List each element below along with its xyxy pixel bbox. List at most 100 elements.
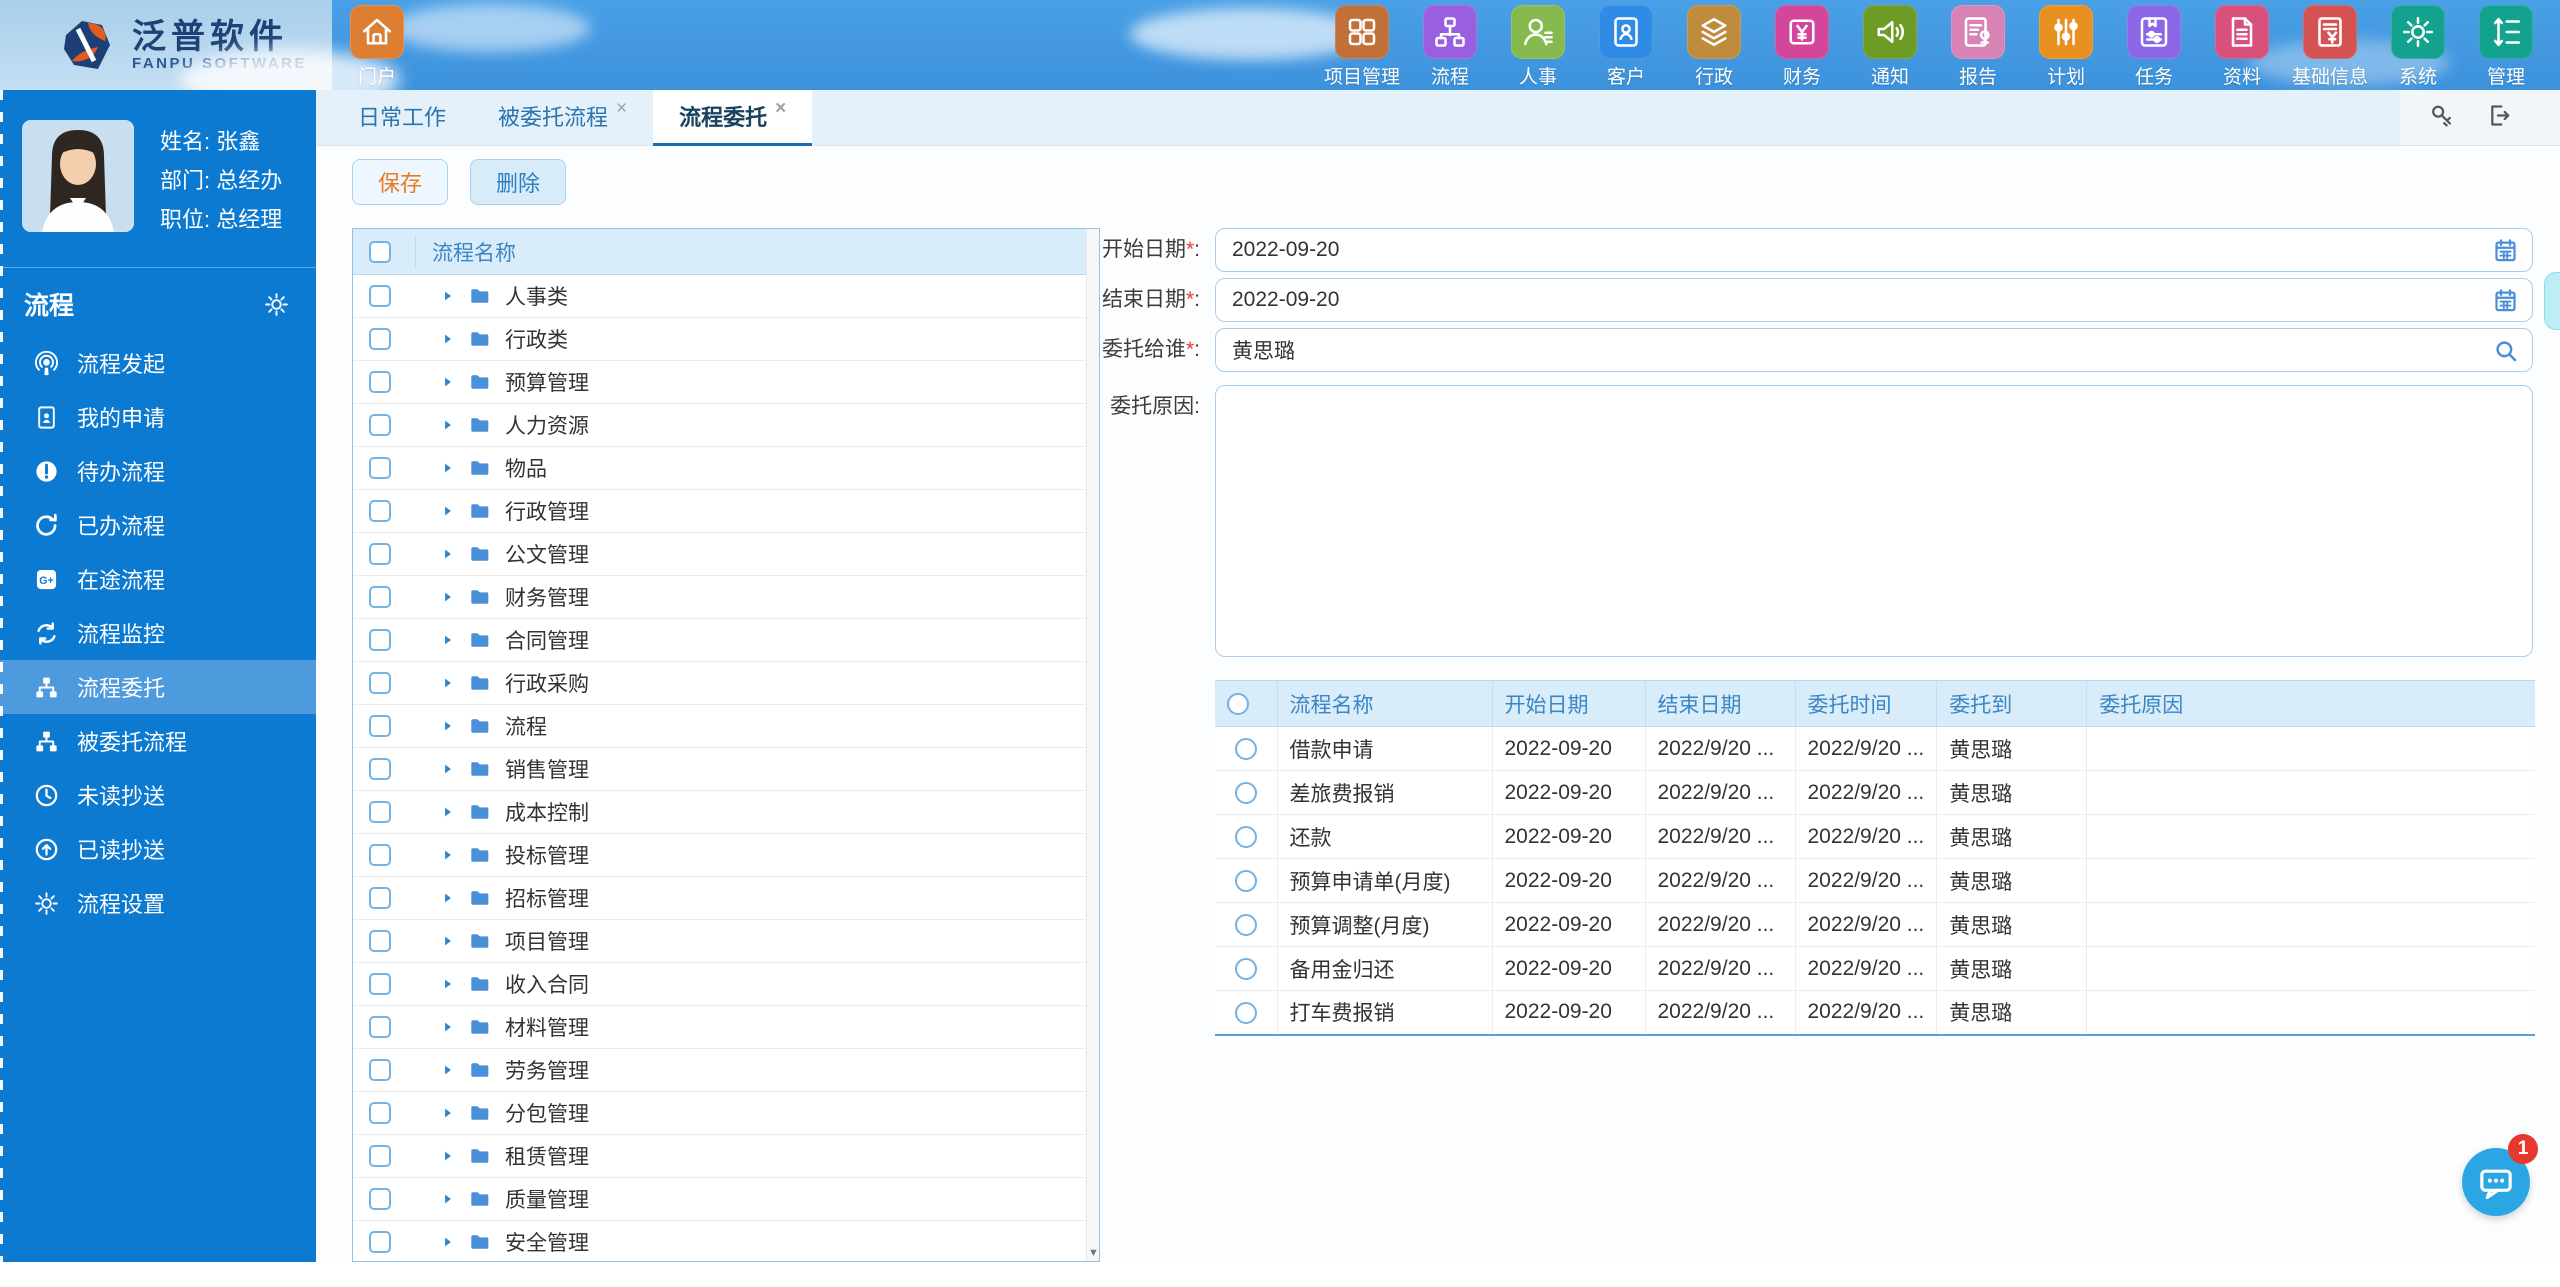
tree-row[interactable]: 流程	[353, 705, 1099, 748]
caret-right-icon[interactable]	[441, 332, 455, 346]
module-nav-item[interactable]: 资料	[2198, 5, 2286, 89]
caret-right-icon[interactable]	[441, 547, 455, 561]
tree-row[interactable]: 项目管理	[353, 920, 1099, 963]
checkbox[interactable]	[369, 1059, 391, 1081]
sidebar-menu-item[interactable]: 待办流程	[0, 444, 316, 498]
tree-row[interactable]: 租赁管理	[353, 1135, 1099, 1178]
checkbox[interactable]	[369, 1188, 391, 1210]
tree-row[interactable]: 行政采购	[353, 662, 1099, 705]
module-nav-item[interactable]: 管理	[2462, 5, 2550, 89]
caret-right-icon[interactable]	[441, 1192, 455, 1206]
tree-row[interactable]: 投标管理	[353, 834, 1099, 877]
sidebar-menu-item[interactable]: 流程发起	[0, 336, 316, 390]
module-nav-item[interactable]: 基础信息	[2286, 5, 2374, 89]
caret-right-icon[interactable]	[441, 891, 455, 905]
checkbox[interactable]	[369, 371, 391, 393]
tree-row[interactable]: 成本控制	[353, 791, 1099, 834]
table-row[interactable]: 打车费报销 2022-09-20 2022/9/20 ... 2022/9/20…	[1215, 990, 2535, 1036]
tree-row[interactable]: 销售管理	[353, 748, 1099, 791]
right-edge-handle[interactable]	[2544, 272, 2560, 330]
module-nav-item[interactable]: 行政	[1670, 5, 1758, 89]
delegate-to-input[interactable]	[1215, 328, 2533, 372]
save-button[interactable]: 保存	[352, 159, 449, 205]
table-row[interactable]: 预算调整(月度) 2022-09-20 2022/9/20 ... 2022/9…	[1215, 902, 2535, 947]
sidebar-menu-item[interactable]: 已办流程	[0, 498, 316, 552]
select-all-checkbox[interactable]	[369, 240, 391, 263]
caret-right-icon[interactable]	[441, 1149, 455, 1163]
sidebar-menu-item[interactable]: 未读抄送	[0, 768, 316, 822]
module-nav-item[interactable]: 计划	[2022, 5, 2110, 89]
caret-right-icon[interactable]	[441, 375, 455, 389]
tree-row[interactable]: 合同管理	[353, 619, 1099, 662]
checkbox[interactable]	[369, 414, 391, 436]
sidebar-menu-item[interactable]: 流程监控	[0, 606, 316, 660]
tree-row[interactable]: 劳务管理	[353, 1049, 1099, 1092]
calendar-icon[interactable]	[2492, 287, 2519, 314]
checkbox[interactable]	[369, 1016, 391, 1038]
caret-right-icon[interactable]	[441, 289, 455, 303]
radio-button[interactable]	[1227, 692, 1249, 715]
checkbox[interactable]	[369, 328, 391, 350]
close-icon[interactable]: ×	[616, 98, 627, 119]
checkbox[interactable]	[369, 973, 391, 995]
checkbox[interactable]	[369, 1231, 391, 1253]
radio-button[interactable]	[1234, 957, 1257, 980]
caret-right-icon[interactable]	[441, 977, 455, 991]
sidebar-menu-item[interactable]: 已读抄送	[0, 822, 316, 876]
caret-right-icon[interactable]	[441, 1235, 455, 1249]
tree-row[interactable]: 财务管理	[353, 576, 1099, 619]
checkbox[interactable]	[369, 715, 391, 737]
module-nav-item[interactable]: 项目管理	[1318, 5, 1406, 89]
checkbox[interactable]	[369, 672, 391, 694]
tree-row[interactable]: 行政类	[353, 318, 1099, 361]
caret-right-icon[interactable]	[441, 1063, 455, 1077]
tab[interactable]: 流程委托 ×	[653, 90, 813, 146]
checkbox[interactable]	[369, 543, 391, 565]
scroll-down-arrow-icon[interactable]: ▼	[1088, 1247, 1099, 1259]
tree-row[interactable]: 物品	[353, 447, 1099, 490]
caret-right-icon[interactable]	[441, 719, 455, 733]
module-nav-item[interactable]: 报告	[1934, 5, 2022, 89]
delete-button[interactable]: 删除	[470, 159, 567, 205]
radio-button[interactable]	[1234, 869, 1257, 892]
module-nav-item[interactable]: 流程	[1406, 5, 1494, 89]
caret-right-icon[interactable]	[441, 418, 455, 432]
module-nav-item[interactable]: 人事	[1494, 5, 1582, 89]
vertical-scrollbar[interactable]: ▼	[1086, 229, 1099, 1261]
caret-right-icon[interactable]	[441, 590, 455, 604]
tree-row[interactable]: 收入合同	[353, 963, 1099, 1006]
table-row[interactable]: 差旅费报销 2022-09-20 2022/9/20 ... 2022/9/20…	[1215, 770, 2535, 815]
caret-right-icon[interactable]	[441, 848, 455, 862]
radio-button[interactable]	[1234, 781, 1257, 804]
checkbox[interactable]	[369, 586, 391, 608]
search-icon[interactable]	[2492, 337, 2519, 364]
module-nav-item[interactable]: 客户	[1582, 5, 1670, 89]
sidebar-menu-item[interactable]: 被委托流程	[0, 714, 316, 768]
caret-right-icon[interactable]	[441, 461, 455, 475]
checkbox[interactable]	[369, 500, 391, 522]
module-nav-item[interactable]: 任务	[2110, 5, 2198, 89]
caret-right-icon[interactable]	[441, 762, 455, 776]
module-nav-item[interactable]: 通知	[1846, 5, 1934, 89]
caret-right-icon[interactable]	[441, 676, 455, 690]
radio-button[interactable]	[1234, 1001, 1257, 1024]
sidebar-menu-item[interactable]: 流程设置	[0, 876, 316, 930]
checkbox[interactable]	[369, 758, 391, 780]
module-nav-item[interactable]: 系统	[2374, 5, 2462, 89]
radio-button[interactable]	[1234, 737, 1257, 760]
gear-icon[interactable]	[263, 291, 290, 318]
nav-portal[interactable]: 门户	[334, 5, 420, 89]
checkbox[interactable]	[369, 844, 391, 866]
tree-row[interactable]: 质量管理	[353, 1178, 1099, 1221]
checkbox[interactable]	[369, 629, 391, 651]
tree-row[interactable]: 行政管理	[353, 490, 1099, 533]
tree-row[interactable]: 招标管理	[353, 877, 1099, 920]
checkbox[interactable]	[369, 1102, 391, 1124]
radio-button[interactable]	[1234, 913, 1257, 936]
checkbox[interactable]	[369, 930, 391, 952]
caret-right-icon[interactable]	[441, 934, 455, 948]
caret-right-icon[interactable]	[441, 805, 455, 819]
caret-right-icon[interactable]	[441, 504, 455, 518]
checkbox[interactable]	[369, 457, 391, 479]
tree-row[interactable]: 人力资源	[353, 404, 1099, 447]
